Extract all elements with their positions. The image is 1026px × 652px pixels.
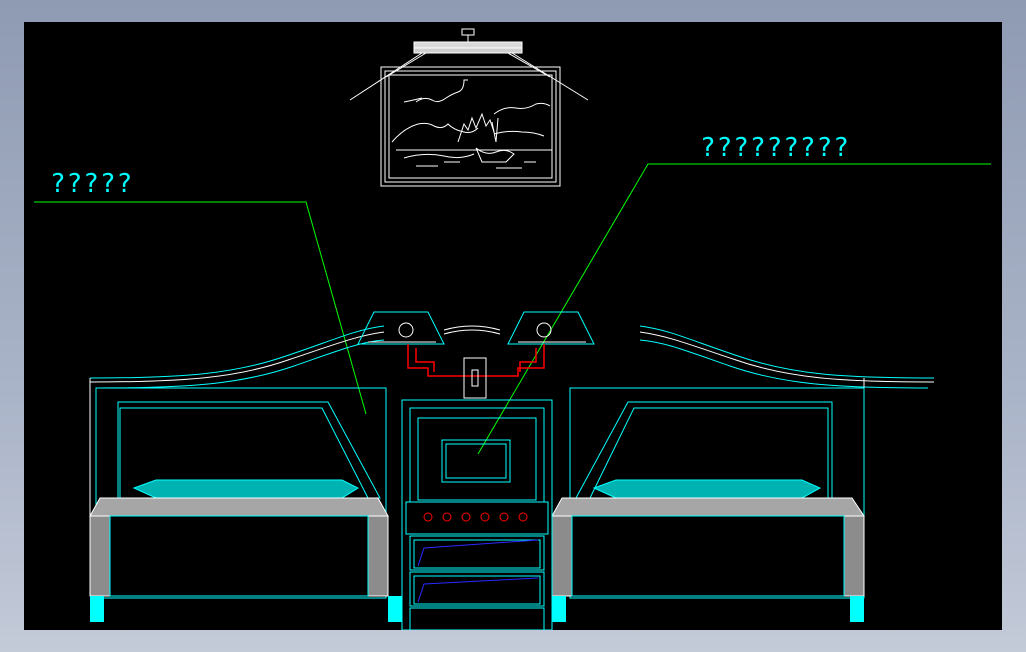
callout-right-label: ????????? bbox=[700, 133, 850, 163]
control-buttons bbox=[423, 512, 528, 522]
cad-drawing: ????? ????????? bbox=[34, 28, 991, 630]
wall-switch bbox=[463, 357, 487, 399]
bed-right bbox=[551, 378, 865, 622]
lamp-wiring bbox=[407, 344, 545, 377]
wall-lamp-right bbox=[507, 311, 595, 345]
leader-line-left bbox=[34, 201, 367, 415]
nightstand bbox=[401, 399, 553, 630]
leader-line-right bbox=[477, 163, 991, 455]
bed-left bbox=[89, 378, 402, 622]
cad-viewport[interactable]: ????? ????????? bbox=[24, 22, 1002, 630]
callout-left-label: ????? bbox=[50, 169, 133, 199]
wall-painting bbox=[380, 66, 561, 187]
